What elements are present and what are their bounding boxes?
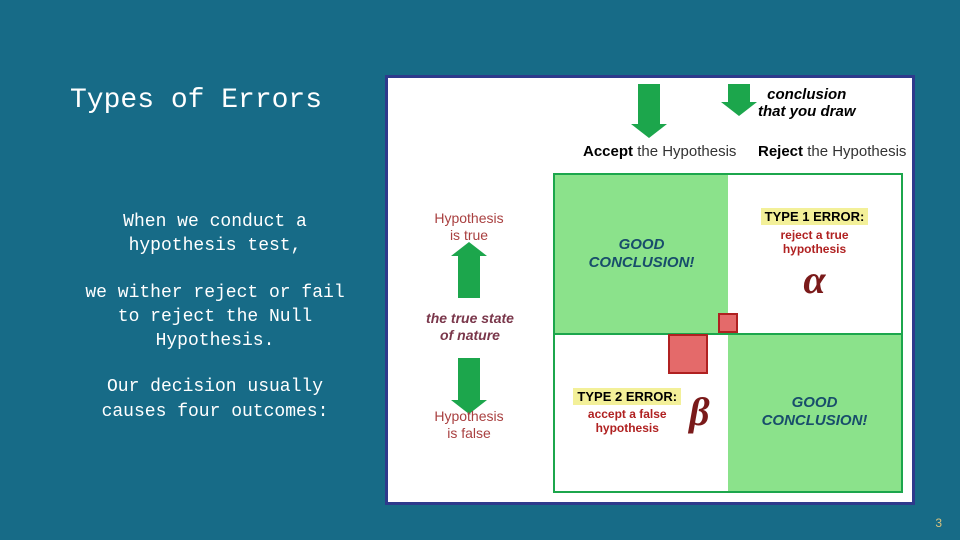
cell-accept-true: GOOD CONCLUSION! xyxy=(555,175,728,333)
good-conclusion-label: GOOD CONCLUSION! xyxy=(589,236,695,272)
cell-reject-true: TYPE 1 ERROR: reject a true hypothesis α xyxy=(728,175,901,333)
text: the Hypothesis xyxy=(633,143,736,160)
paragraph-1: When we conduct a hypothesis test, xyxy=(75,210,355,259)
outcome-grid: GOOD CONCLUSION! TYPE 1 ERROR: reject a … xyxy=(553,173,903,493)
beta-symbol: β xyxy=(689,392,710,432)
row-header-false: Hypothesis is false xyxy=(414,408,524,442)
row-header-true: Hypothesis is true xyxy=(414,210,524,244)
text: GOOD xyxy=(762,394,868,412)
arrow-down-icon xyxy=(458,358,480,400)
body-text: When we conduct a hypothesis test, we wi… xyxy=(75,210,355,446)
text: conclusion xyxy=(758,86,856,103)
text: Hypothesis xyxy=(414,408,524,425)
cell-reject-false: GOOD CONCLUSION! xyxy=(728,333,901,491)
text: that you draw xyxy=(758,103,856,120)
text: CONCLUSION! xyxy=(589,254,695,272)
type1-desc: reject a true hypothesis xyxy=(780,229,848,257)
text: the true state xyxy=(400,310,540,327)
text: of nature xyxy=(400,327,540,344)
type1-title: TYPE 1 ERROR: xyxy=(761,208,869,225)
text: Reject xyxy=(758,143,803,160)
text: accept a false xyxy=(588,408,667,422)
good-conclusion-label: GOOD CONCLUSION! xyxy=(762,394,868,430)
text: GOOD xyxy=(589,236,695,254)
text: the Hypothesis xyxy=(803,143,906,160)
slide: Types of Errors When we conduct a hypoth… xyxy=(0,0,960,540)
paragraph-3: Our decision usually causes four outcome… xyxy=(75,375,355,424)
error-types-diagram: conclusion that you draw Accept the Hypo… xyxy=(385,75,915,505)
arrow-down-icon xyxy=(728,84,750,102)
arrow-up-icon xyxy=(458,256,480,298)
paragraph-2: we wither reject or fail to reject the N… xyxy=(75,281,355,354)
col-header-accept: Accept the Hypothesis xyxy=(583,143,736,160)
conclusion-label: conclusion that you draw xyxy=(758,86,856,121)
arrow-down-icon xyxy=(638,84,660,124)
page-number: 3 xyxy=(935,516,942,530)
text: CONCLUSION! xyxy=(762,412,868,430)
text: hypothesis xyxy=(780,243,848,257)
text: Hypothesis xyxy=(414,210,524,227)
text: is false xyxy=(414,425,524,442)
text: hypothesis xyxy=(588,422,667,436)
beta-region-icon xyxy=(668,334,708,374)
text: Accept xyxy=(583,143,633,160)
alpha-symbol: α xyxy=(803,260,825,300)
text: reject a true xyxy=(780,229,848,243)
type2-title: TYPE 2 ERROR: xyxy=(573,388,681,405)
col-header-reject: Reject the Hypothesis xyxy=(758,143,906,160)
slide-title: Types of Errors xyxy=(70,85,322,116)
alpha-region-icon xyxy=(718,313,738,333)
state-of-nature-label: the true state of nature xyxy=(400,310,540,344)
type2-desc: accept a false hypothesis xyxy=(588,408,667,436)
